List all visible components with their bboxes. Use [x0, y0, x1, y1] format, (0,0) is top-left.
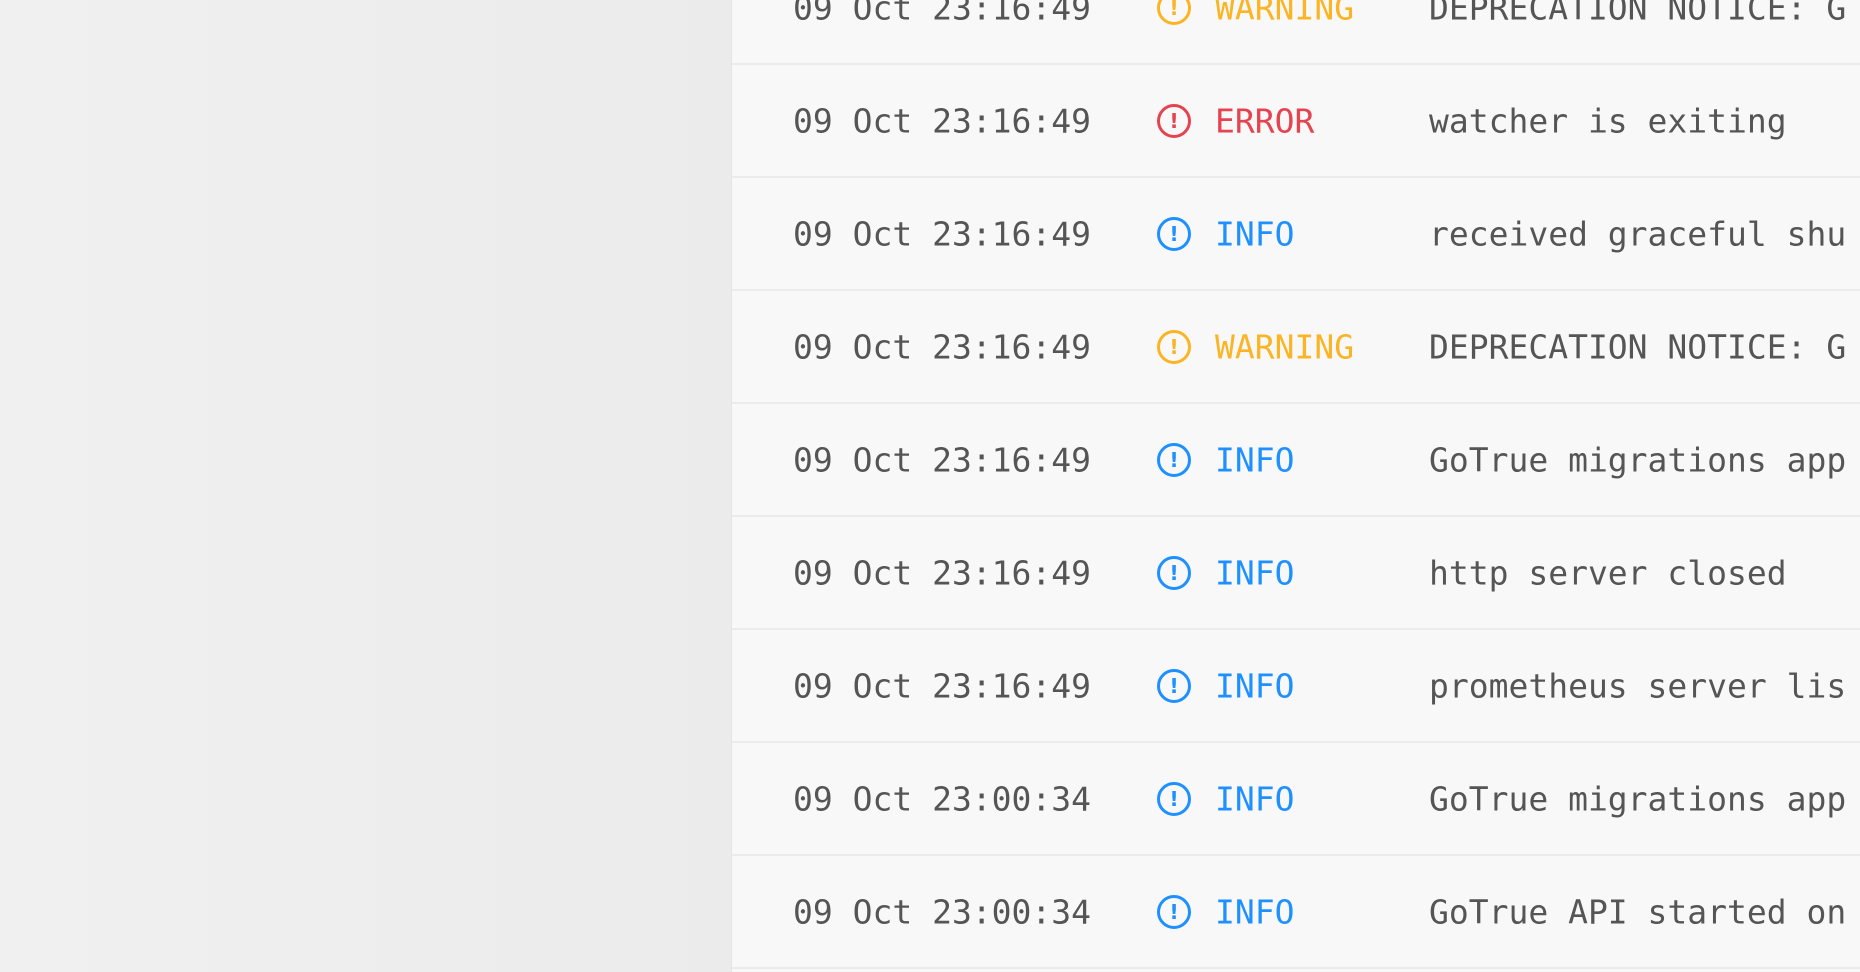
log-row[interactable]: 09 Oct 23:16:49! ERROR watcher is exiting	[732, 65, 1860, 178]
log-timestamp: 09 Oct 23:16:49	[793, 553, 1092, 592]
log-row[interactable]: 09 Oct 23:16:49! INFO http server closed	[732, 517, 1860, 630]
exclamation-circle-icon: !	[1157, 0, 1191, 25]
log-timestamp: 09 Oct 23:00:34	[793, 779, 1092, 818]
log-timestamp: 09 Oct 23:16:49	[793, 0, 1092, 27]
log-list[interactable]: 09 Oct 23:16:49! WARNING DEPRECATION NOTIC…	[731, 0, 1860, 972]
exclamation-circle-icon: !	[1157, 442, 1191, 477]
log-row[interactable]: 09 Oct 23:16:49! WARNING DEPRECATION NOTIC…	[732, 0, 1860, 65]
log-level: ERROR	[1215, 101, 1315, 140]
log-row[interactable]: 09 Oct 23:00:34! INFO GoTrue API started o…	[732, 856, 1860, 969]
exclamation-circle-icon: !	[1157, 329, 1191, 364]
log-message: DEPRECATION NOTICE: G	[1429, 327, 1847, 366]
exclamation-circle-icon: !	[1157, 555, 1191, 590]
log-level: INFO	[1215, 892, 1295, 931]
log-row[interactable]: 09 Oct 23:16:49! INFO received graceful sh…	[732, 178, 1860, 291]
log-timestamp: 09 Oct 23:16:49	[793, 101, 1092, 140]
log-row[interactable]: 09 Oct 23:00:34! INFO GoTrue migrations ap…	[732, 743, 1860, 856]
log-level: WARNING	[1215, 327, 1355, 366]
log-timestamp: 09 Oct 23:16:49	[793, 214, 1092, 253]
log-message: http server closed	[1429, 553, 1787, 592]
log-timestamp: 09 Oct 23:16:49	[793, 440, 1092, 479]
log-message: received graceful shu	[1429, 214, 1847, 253]
log-message: watcher is exiting	[1429, 101, 1787, 140]
exclamation-circle-icon: !	[1157, 781, 1191, 816]
log-message: prometheus server lis	[1429, 666, 1847, 705]
log-timestamp: 09 Oct 23:16:49	[793, 327, 1092, 366]
log-level: WARNING	[1215, 0, 1355, 27]
log-timestamp: 09 Oct 23:00:34	[793, 892, 1092, 931]
log-row[interactable]: 09 Oct 23:16:49! INFO GoTrue migrations ap…	[732, 404, 1860, 517]
log-row[interactable]: 09 Oct 23:16:49! WARNING DEPRECATION NOTIC…	[732, 291, 1860, 404]
log-timestamp: 09 Oct 23:16:49	[793, 666, 1092, 705]
log-level: INFO	[1215, 440, 1295, 479]
log-message: GoTrue migrations app	[1429, 779, 1847, 818]
left-pane	[0, 0, 731, 972]
log-level: INFO	[1215, 553, 1295, 592]
log-level: INFO	[1215, 214, 1295, 253]
log-level: INFO	[1215, 666, 1295, 705]
exclamation-circle-icon: !	[1157, 103, 1191, 138]
exclamation-circle-icon: !	[1157, 668, 1191, 703]
exclamation-circle-icon: !	[1157, 894, 1191, 929]
log-row[interactable]: 09 Oct 23:16:49! INFO prometheus server li…	[732, 630, 1860, 743]
log-message: GoTrue API started on	[1429, 892, 1847, 931]
log-message: DEPRECATION NOTICE: G	[1429, 0, 1847, 27]
exclamation-circle-icon: !	[1157, 216, 1191, 251]
log-level: INFO	[1215, 779, 1295, 818]
log-message: GoTrue migrations app	[1429, 440, 1847, 479]
